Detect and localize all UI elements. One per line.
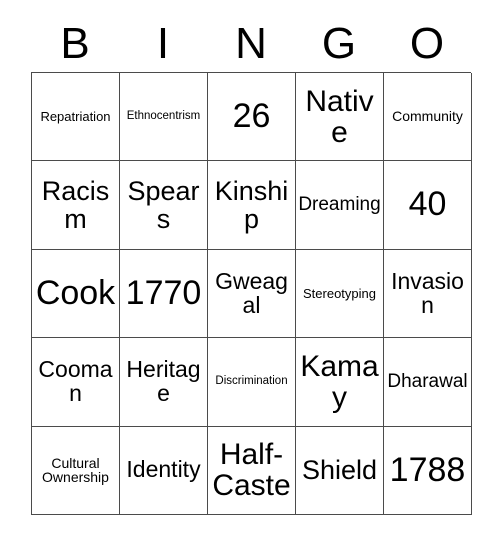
bingo-grid: Repatriation Ethnocentrism 26 Native Com… xyxy=(31,72,472,516)
bingo-cell[interactable]: Kamay xyxy=(296,338,384,427)
bingo-cell-label: Kinship xyxy=(214,176,289,235)
bingo-cell-label: 1770 xyxy=(125,273,202,312)
bingo-cell-label: Cook xyxy=(35,273,116,312)
bingo-header-letter-g: G xyxy=(321,19,357,68)
bingo-header-row: B I N G O xyxy=(31,16,471,72)
bingo-cell-label: Discrimination xyxy=(215,374,288,387)
bingo-row: Repatriation Ethnocentrism 26 Native Com… xyxy=(32,73,472,162)
bingo-cell-label: Repatriation xyxy=(40,108,111,124)
bingo-cell[interactable]: Dharawal xyxy=(384,338,472,427)
bingo-cell-label: Kamay xyxy=(300,349,379,414)
bingo-cell-label: Heritage xyxy=(126,356,201,406)
bingo-cell[interactable]: Racism xyxy=(32,161,120,250)
bingo-cell-label: Cultural Ownership xyxy=(42,454,109,486)
bingo-row: Cultural Ownership Identity Half-Caste S… xyxy=(32,426,472,516)
bingo-cell[interactable]: Discrimination xyxy=(208,338,296,427)
bingo-cell[interactable]: Cooman xyxy=(32,338,120,427)
bingo-header-letter-i: I xyxy=(156,19,170,68)
bingo-header-letter-o: O xyxy=(409,19,445,68)
bingo-cell-label: Shield xyxy=(301,455,378,486)
bingo-cell[interactable]: Cook xyxy=(32,249,120,339)
bingo-cell-label: Stereotyping xyxy=(303,285,376,301)
bingo-cell[interactable]: Repatriation xyxy=(32,73,120,162)
bingo-cell[interactable]: Kinship xyxy=(208,161,296,250)
bingo-cell[interactable]: Shield xyxy=(296,426,384,516)
bingo-cell-label: Gweagal xyxy=(215,267,288,318)
bingo-row: Racism Spears Kinship Dreaming 40 xyxy=(32,161,472,250)
bingo-cell[interactable]: Gweagal xyxy=(208,249,296,339)
bingo-row: Cooman Heritage Discrimination Kamay Dha… xyxy=(32,338,472,427)
bingo-cell-label: Community xyxy=(392,108,463,125)
bingo-cell-label: Native xyxy=(305,84,374,149)
bingo-cell-label: 26 xyxy=(232,97,271,136)
bingo-cell[interactable]: Dreaming xyxy=(296,161,384,250)
bingo-cell-label: Half-Caste xyxy=(212,438,291,503)
bingo-cell-label: Ethnocentrism xyxy=(126,109,201,122)
bingo-cell[interactable]: Half-Caste xyxy=(208,426,296,516)
bingo-cell[interactable]: Ethnocentrism xyxy=(120,73,208,162)
bingo-cell-label: Spears xyxy=(127,176,200,235)
bingo-card: B I N G O Repatriation Ethnocentrism 26 … xyxy=(31,16,472,516)
bingo-cell[interactable]: Heritage xyxy=(120,338,208,427)
bingo-cell-label: 1788 xyxy=(389,450,466,489)
bingo-header-letter-b: B xyxy=(60,19,90,68)
bingo-cell[interactable]: 1770 xyxy=(120,249,208,339)
bingo-row: Cook 1770 Gweagal Stereotyping Invasion xyxy=(32,249,472,339)
bingo-cell-label: 40 xyxy=(408,185,447,224)
bingo-cell-label: Dharawal xyxy=(387,371,468,393)
bingo-cell[interactable]: Stereotyping xyxy=(296,249,384,339)
bingo-cell[interactable]: Native xyxy=(296,73,384,162)
bingo-cell[interactable]: 26 xyxy=(208,73,296,162)
bingo-cell[interactable]: Spears xyxy=(120,161,208,250)
bingo-cell[interactable]: 40 xyxy=(384,161,472,250)
bingo-cell[interactable]: Community xyxy=(384,73,472,162)
bingo-cell[interactable]: Cultural Ownership xyxy=(32,426,120,516)
bingo-cell[interactable]: Identity xyxy=(120,426,208,516)
bingo-cell-label: Cooman xyxy=(38,356,113,406)
bingo-cell-label: Dreaming xyxy=(298,194,381,216)
bingo-cell-label: Identity xyxy=(126,456,201,483)
bingo-cell-label: Racism xyxy=(41,176,110,235)
bingo-header-letter-n: N xyxy=(235,19,267,68)
bingo-cell-label: Invasion xyxy=(391,267,464,318)
bingo-cell[interactable]: 1788 xyxy=(384,426,472,516)
bingo-cell[interactable]: Invasion xyxy=(384,249,472,339)
